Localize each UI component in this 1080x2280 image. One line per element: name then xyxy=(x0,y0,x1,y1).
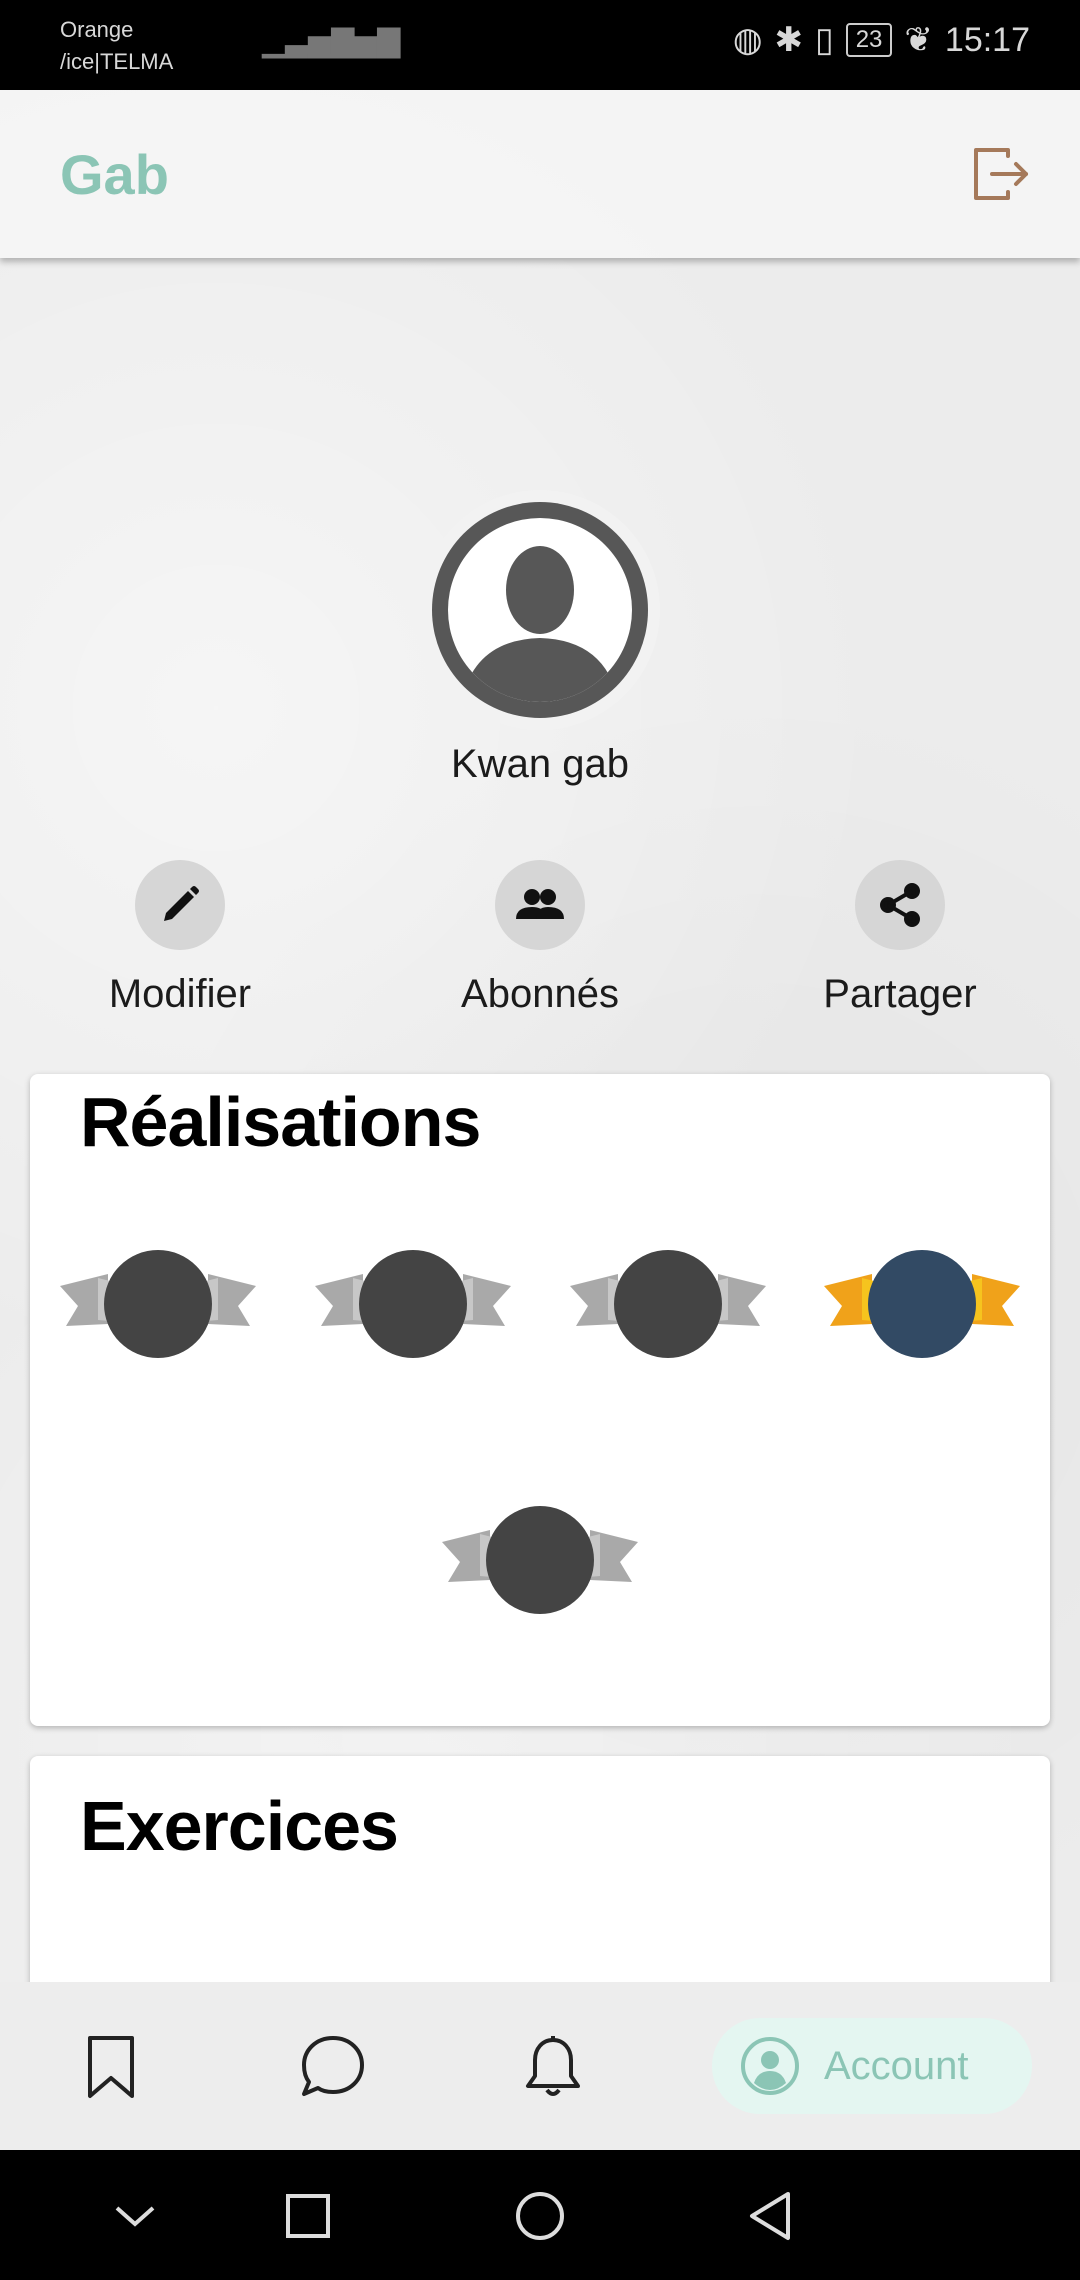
medal-locked[interactable] xyxy=(440,1500,640,1620)
followers-button[interactable]: Abonnés xyxy=(420,860,660,1017)
exercises-title: Exercices xyxy=(80,1787,399,1865)
people-icon xyxy=(495,860,585,950)
avatar[interactable] xyxy=(420,490,660,730)
clock: 15:17 xyxy=(944,20,1030,59)
profile-name: Kwan gab xyxy=(451,742,629,786)
nav-account-label: Account xyxy=(824,2043,969,2088)
data-saver-icon: ◍ xyxy=(732,21,763,59)
recents-icon[interactable] xyxy=(280,2188,336,2244)
account-icon xyxy=(741,2037,799,2095)
logout-icon[interactable] xyxy=(968,142,1032,206)
bluetooth-icon: ✱ xyxy=(774,21,803,59)
medal-locked[interactable] xyxy=(568,1244,768,1364)
home-icon[interactable] xyxy=(512,2188,568,2244)
status-icons: ◍ ✱ ▯ 23 ❦ 15:17 xyxy=(733,20,1030,60)
share-label: Partager xyxy=(823,972,977,1016)
medal-locked[interactable] xyxy=(58,1244,258,1364)
carrier: Orange /ice|TELMA xyxy=(60,14,173,78)
bell-icon[interactable] xyxy=(518,2032,588,2102)
nav-account-button[interactable]: Account xyxy=(712,2018,1032,2114)
carrier-line2: /ice|TELMA xyxy=(60,49,174,74)
carrier-line1: Orange xyxy=(60,17,134,42)
bottom-navigation: Account xyxy=(0,1982,1080,2150)
edit-button[interactable]: Modifier xyxy=(60,860,300,1017)
exercises-card: Exercices xyxy=(30,1756,1050,1996)
status-bar: Orange /ice|TELMA ▁▃▅▇ ▁▃▅▇ ◍ ✱ ▯ 23 ❦ 1… xyxy=(0,0,1080,90)
back-icon[interactable] xyxy=(742,2188,798,2244)
pencil-icon xyxy=(135,860,225,950)
share-icon xyxy=(855,860,945,950)
followers-label: Abonnés xyxy=(461,972,619,1016)
edit-label: Modifier xyxy=(108,972,252,1016)
signal-icon: ▁▃▅▇ xyxy=(308,25,401,58)
medal-unlocked[interactable] xyxy=(822,1244,1022,1364)
user-avatar-icon xyxy=(432,502,648,718)
achievements-title: Réalisations xyxy=(80,1083,481,1161)
leaf-icon: ❦ xyxy=(904,21,933,59)
share-button[interactable]: Partager xyxy=(780,860,1020,1017)
chat-icon[interactable] xyxy=(298,2032,368,2102)
vibrate-icon: ▯ xyxy=(814,21,834,59)
battery-icon: 23 xyxy=(845,23,893,57)
achievements-card: Réalisations xyxy=(30,1074,1050,1726)
app-bar: Gab xyxy=(0,90,1080,258)
bookmark-icon[interactable] xyxy=(76,2032,146,2102)
medal-locked[interactable] xyxy=(313,1244,513,1364)
chevron-down-icon[interactable] xyxy=(107,2188,163,2244)
app-title: Gab xyxy=(60,143,169,206)
system-navigation-bar xyxy=(0,2150,1080,2280)
